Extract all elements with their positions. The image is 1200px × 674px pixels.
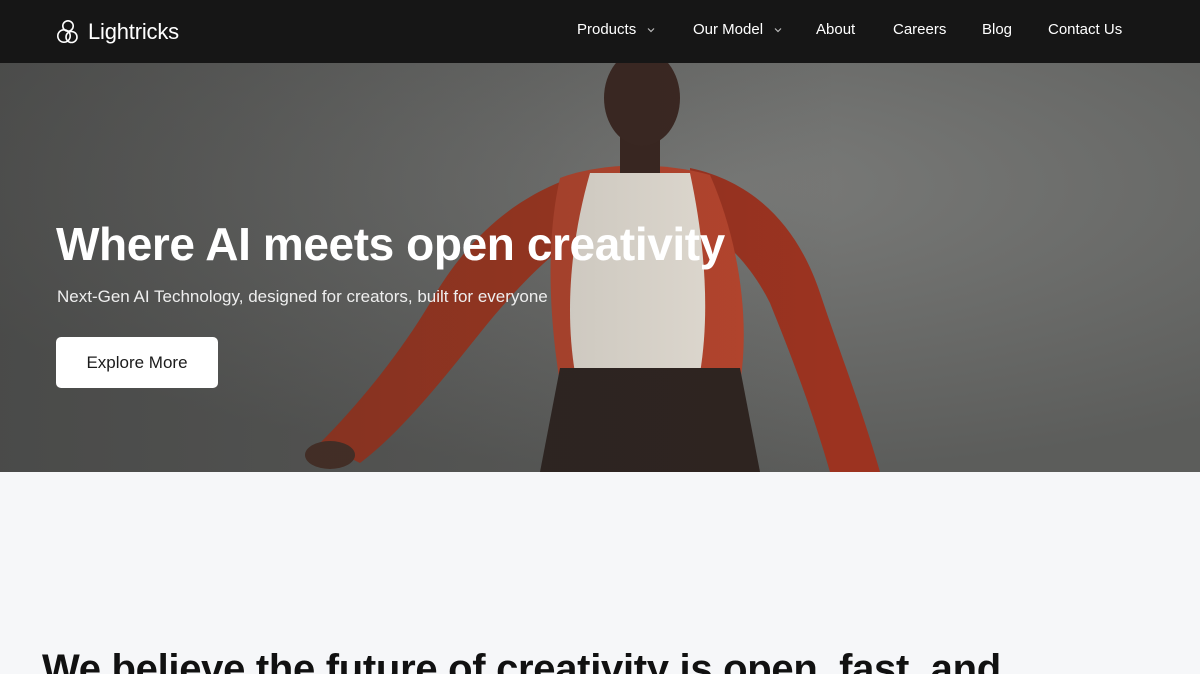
nav-item-label: Contact Us [1048,21,1123,38]
hero-section: Where AI meets open creativity Next-Gen … [0,63,1200,472]
nav-item-label: Products [577,21,637,38]
nav-item-label: Careers [893,21,947,38]
nav-item-blog[interactable]: Blog [982,21,1012,38]
nav-item-label: Blog [982,21,1013,38]
chevron-down-icon [773,25,783,35]
nav-item-label: Our Model [693,21,764,38]
top-navbar: Lightricks Products Our Model About Care… [0,0,1200,63]
mission-heading: We believe the future of creativity is o… [42,647,1001,674]
nav-item-contact-us[interactable]: Contact Us [1048,21,1122,38]
mission-section: We believe the future of creativity is o… [0,472,1200,674]
nav-item-careers[interactable]: Careers [893,21,946,38]
explore-more-button[interactable]: Explore More [56,337,218,388]
nav-item-label: About [816,21,856,38]
chevron-down-icon [646,25,656,35]
lightricks-logo-icon [56,18,80,46]
brand-logo-link[interactable]: Lightricks [56,17,179,47]
hero-subtitle: Next-Gen AI Technology, designed for cre… [57,287,548,306]
nav-item-about[interactable]: About [816,21,855,38]
brand-name: Lightricks [88,19,179,44]
hero-title: Where AI meets open creativity [56,218,725,270]
nav-item-our-model[interactable]: Our Model [693,21,783,38]
nav-item-products[interactable]: Products [577,21,656,38]
